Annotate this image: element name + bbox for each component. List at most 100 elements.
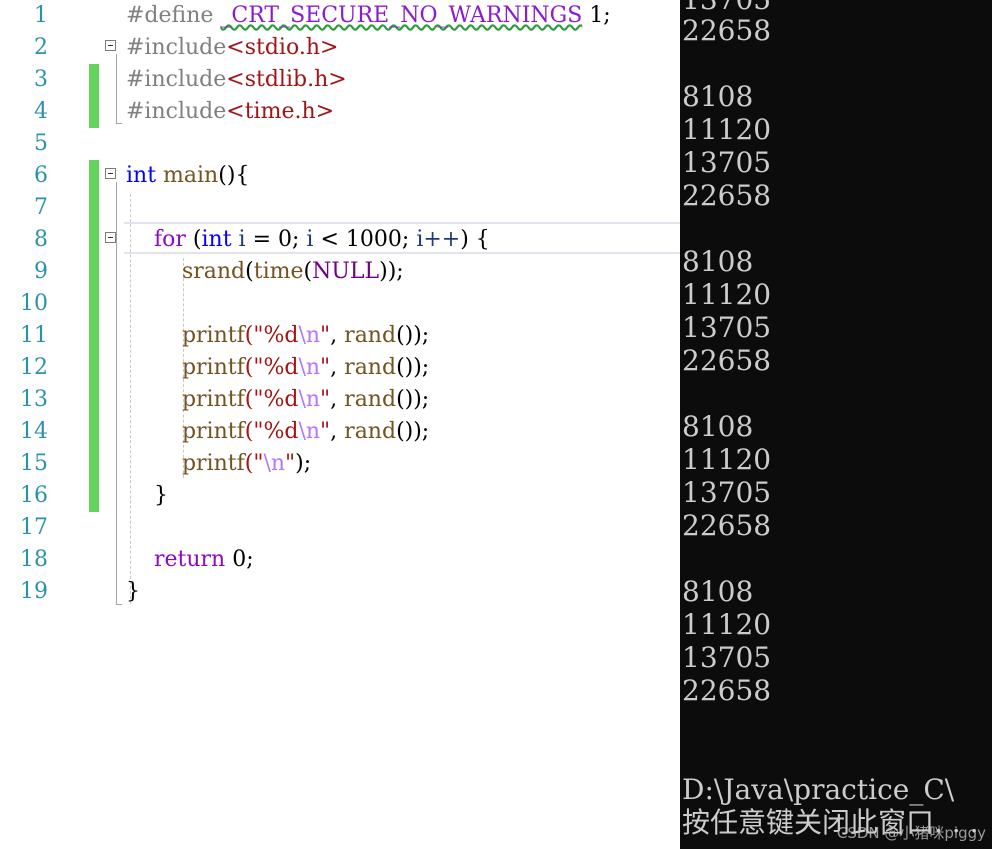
line-number: 1 bbox=[34, 3, 48, 28]
collapse-includes-toggle[interactable] bbox=[105, 40, 116, 51]
console-line: 22658 bbox=[682, 14, 772, 47]
console-line: 22658 bbox=[682, 509, 772, 542]
line-number-gutter: 1 2 3 4 5 6 7 8 9 10 11 12 13 14 15 16 1… bbox=[0, 0, 90, 849]
code-line[interactable]: int main(){ bbox=[126, 160, 249, 192]
literal: 1; bbox=[589, 3, 611, 28]
string-literal: (" bbox=[244, 387, 264, 412]
console-line: 8108 bbox=[682, 80, 754, 113]
console-line: 13705 bbox=[682, 641, 772, 674]
variable: i++ bbox=[416, 227, 461, 252]
function-name: rand bbox=[344, 419, 397, 444]
string-literal: " bbox=[320, 387, 331, 412]
string-literal: " bbox=[320, 323, 331, 348]
console-line: 8108 bbox=[682, 245, 754, 278]
string-literal: " bbox=[320, 419, 331, 444]
format-specifier: %d bbox=[263, 387, 299, 412]
function-name: printf bbox=[181, 355, 245, 380]
function-name: rand bbox=[344, 355, 397, 380]
punctuation: , bbox=[330, 419, 338, 444]
keyword: for bbox=[153, 227, 186, 252]
code-line[interactable]: #include<stdlib.h> bbox=[126, 64, 347, 96]
code-line[interactable]: } bbox=[126, 576, 140, 608]
header-name: <stdlib.h> bbox=[226, 67, 347, 92]
function-name: srand bbox=[181, 259, 246, 284]
code-line[interactable]: #define _CRT_SECURE_NO_WARNINGS 1; bbox=[126, 0, 611, 32]
code-line[interactable]: printf("%d\n", rand()); bbox=[126, 320, 429, 352]
code-line[interactable]: #include<stdio.h> bbox=[126, 32, 338, 64]
console-line: 22658 bbox=[682, 344, 772, 377]
code-line[interactable]: for (int i = 0; i < 1000; i++) { bbox=[126, 224, 490, 256]
change-indicator-bar bbox=[89, 160, 99, 512]
string-literal: (" bbox=[244, 419, 264, 444]
punctuation: , bbox=[330, 323, 338, 348]
line-number: 13 bbox=[20, 387, 48, 412]
punctuation: } bbox=[153, 483, 168, 508]
string-literal: " bbox=[285, 451, 296, 476]
punctuation: ()); bbox=[396, 387, 430, 412]
code-line[interactable]: printf("%d\n", rand()); bbox=[126, 384, 429, 416]
console-line: 11120 bbox=[682, 608, 772, 641]
console-output-window[interactable]: 13705 22658 8108 11120 13705 22658 8108 … bbox=[680, 0, 992, 849]
code-editor[interactable]: 1 2 3 4 5 6 7 8 9 10 11 12 13 14 15 16 1… bbox=[0, 0, 680, 849]
change-indicator-bar bbox=[89, 64, 99, 128]
line-number: 8 bbox=[34, 227, 48, 252]
punctuation: (){ bbox=[218, 163, 250, 188]
punctuation: , bbox=[330, 387, 338, 412]
console-line: 11120 bbox=[682, 278, 772, 311]
function-name: printf bbox=[181, 419, 245, 444]
expression: = 0; bbox=[252, 227, 300, 252]
string-literal: (" bbox=[244, 323, 264, 348]
function-name: printf bbox=[181, 451, 245, 476]
keyword: return bbox=[153, 547, 226, 572]
code-line[interactable]: } bbox=[126, 480, 168, 512]
line-number: 3 bbox=[34, 67, 48, 92]
line-number: 12 bbox=[20, 355, 48, 380]
line-number: 10 bbox=[20, 291, 48, 316]
escape-sequence: \n bbox=[263, 451, 286, 476]
code-line[interactable]: printf("%d\n", rand()); bbox=[126, 416, 429, 448]
escape-sequence: \n bbox=[298, 355, 321, 380]
line-number: 18 bbox=[20, 547, 48, 572]
fold-outline-line bbox=[116, 182, 117, 604]
code-line[interactable]: return 0; bbox=[126, 544, 254, 576]
function-name: printf bbox=[181, 387, 245, 412]
punctuation: ()); bbox=[396, 419, 430, 444]
fold-outline-end bbox=[116, 123, 122, 124]
code-line[interactable]: printf("%d\n", rand()); bbox=[126, 352, 429, 384]
variable: i bbox=[306, 227, 314, 252]
line-number: 11 bbox=[20, 323, 48, 348]
keyword: int bbox=[201, 227, 232, 252]
punctuation: ()); bbox=[396, 323, 430, 348]
line-number: 4 bbox=[34, 99, 48, 124]
punctuation: } bbox=[126, 579, 140, 604]
line-number: 14 bbox=[20, 419, 48, 444]
line-number: 5 bbox=[34, 131, 48, 156]
code-line[interactable]: srand(time(NULL)); bbox=[126, 256, 404, 288]
function-name: main bbox=[163, 163, 219, 188]
console-path-line: D:\Java\practice_C\ bbox=[682, 773, 955, 806]
function-name: rand bbox=[344, 323, 397, 348]
collapse-for-toggle[interactable] bbox=[105, 232, 116, 243]
literal: 1000; bbox=[345, 227, 410, 252]
line-number: 17 bbox=[20, 515, 48, 540]
punctuation: ( bbox=[245, 259, 254, 284]
code-line[interactable]: #include<time.h> bbox=[126, 96, 334, 128]
console-line: 8108 bbox=[682, 410, 754, 443]
collapse-main-toggle[interactable] bbox=[105, 168, 116, 179]
console-line: 8108 bbox=[682, 575, 754, 608]
code-line[interactable]: printf("\n"); bbox=[126, 448, 311, 480]
string-literal: (" bbox=[244, 355, 264, 380]
watermark: CSDN @小猪咪piggy bbox=[836, 824, 986, 842]
macro-name: NULL bbox=[312, 259, 380, 284]
console-line: 22658 bbox=[682, 674, 772, 707]
line-number: 15 bbox=[20, 451, 48, 476]
line-number: 6 bbox=[34, 163, 48, 188]
console-line: 13705 bbox=[682, 311, 772, 344]
function-name: rand bbox=[344, 387, 397, 412]
console-line: 13705 bbox=[682, 476, 772, 509]
format-specifier: %d bbox=[263, 419, 299, 444]
fold-outline-end bbox=[116, 604, 122, 605]
preprocessor-directive: #define bbox=[126, 3, 214, 28]
punctuation: ) { bbox=[460, 227, 490, 252]
escape-sequence: \n bbox=[298, 323, 321, 348]
